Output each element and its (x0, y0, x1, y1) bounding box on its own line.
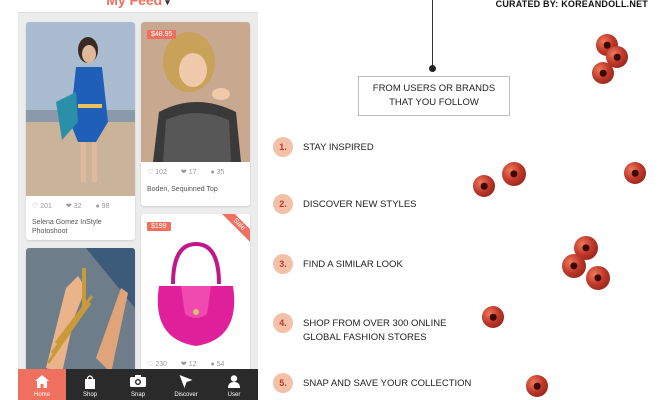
feed-title[interactable]: My Feed ▾ (18, 0, 258, 8)
hearts-count[interactable]: ❤ 17 (181, 169, 203, 176)
tab-label: Discover (174, 392, 198, 398)
connector-line (432, 0, 433, 68)
step-number: 5. (273, 373, 293, 393)
tab-shop[interactable]: Shop (66, 369, 114, 400)
sequin-decoration (592, 62, 614, 84)
comments-count[interactable]: ● 98 (95, 203, 115, 210)
feed-card[interactable]: $199 Sale ♡ 230 ❤ 12 ● 54 (141, 214, 250, 378)
product-photo[interactable] (141, 214, 250, 354)
sequin-decoration (502, 162, 526, 186)
sequin-decoration (586, 266, 610, 290)
tab-discover[interactable]: Discover (162, 369, 210, 400)
outfit-photo[interactable] (26, 248, 135, 378)
step-text: DISCOVER NEW STYLES (303, 199, 417, 210)
feed-card[interactable]: $48.95 ♡ 102 ❤ 17 ● 35 Boden, Sequinned … (141, 22, 250, 206)
source-box: FROM USERS OR BRANDS THAT YOU FOLLOW (358, 76, 510, 116)
sequin-decoration (482, 306, 504, 328)
app-header: My Feed ▾ (18, 0, 258, 13)
step-number: 2. (273, 194, 293, 214)
app-screen: My Feed ▾ ♡ 201 ❤ 32 ● 98 Selena Gomez In… (18, 0, 258, 400)
comments-count[interactable]: ● 54 (210, 361, 230, 368)
price-tag: $48.95 (147, 30, 177, 39)
step-text: FIND A SIMILAR LOOK (303, 259, 403, 270)
sequin-decoration (473, 175, 495, 197)
tab-snap[interactable]: Snap (114, 369, 162, 400)
likes-count[interactable]: ♡ 201 (32, 203, 58, 210)
outfit-photo[interactable] (26, 22, 135, 196)
tab-label: Snap (130, 392, 145, 398)
curated-by-credit: CURATED BY: KOREANDOLL.NET (495, 0, 648, 9)
feed-card[interactable] (26, 248, 135, 378)
hearts-count[interactable]: ❤ 32 (66, 203, 88, 210)
step-number: 3. (273, 254, 293, 274)
feed-card[interactable]: ♡ 201 ❤ 32 ● 98 Selena Gomez InStyle Pho… (26, 22, 135, 240)
tab-home[interactable]: Home (18, 369, 66, 400)
sequin-decoration (562, 254, 586, 278)
step-number: 4. (273, 313, 293, 333)
card-stats: ♡ 230 ❤ 12 ● 54 (147, 360, 236, 368)
card-caption: Boden, Sequinned Top (147, 186, 218, 193)
bottom-tab-bar: Home Shop Snap Discover User (18, 369, 258, 400)
tab-label: Home (33, 392, 50, 398)
connector-dot (429, 65, 436, 72)
tab-user[interactable]: User (210, 369, 258, 400)
card-stats: ♡ 201 ❤ 32 ● 98 (32, 202, 121, 210)
user-icon (228, 375, 240, 388)
step-text: STAY INSPIRED (303, 142, 374, 153)
source-line: THAT YOU FOLLOW (389, 97, 479, 108)
tab-label: User (227, 392, 241, 398)
price-tag: $199 (147, 222, 171, 231)
card-caption: Selena Gomez InStyle Photoshoot (32, 219, 102, 235)
hearts-count[interactable]: ❤ 12 (181, 361, 203, 368)
card-stats: ♡ 102 ❤ 17 ● 35 (147, 168, 236, 176)
shopping-bag-icon (85, 375, 95, 389)
outfit-photo[interactable] (141, 22, 250, 162)
likes-count[interactable]: ♡ 102 (147, 169, 173, 176)
tab-label: Shop (82, 392, 97, 398)
chevron-down-icon[interactable]: ▾ (165, 0, 170, 7)
step-text: SHOP FROM OVER 300 ONLINE GLOBAL FASHION… (303, 318, 447, 343)
step-number: 1. (273, 137, 293, 157)
source-line: FROM USERS OR BRANDS (372, 83, 496, 94)
step-text: SNAP AND SAVE YOUR COLLECTION (303, 378, 472, 389)
feed-title-label: My Feed (106, 0, 163, 8)
sequin-decoration (526, 375, 548, 397)
home-icon (35, 375, 49, 388)
sequin-decoration (624, 162, 646, 184)
camera-icon (130, 375, 146, 387)
comments-count[interactable]: ● 35 (210, 169, 230, 176)
likes-count[interactable]: ♡ 230 (147, 361, 173, 368)
cursor-arrow-icon (179, 375, 193, 388)
